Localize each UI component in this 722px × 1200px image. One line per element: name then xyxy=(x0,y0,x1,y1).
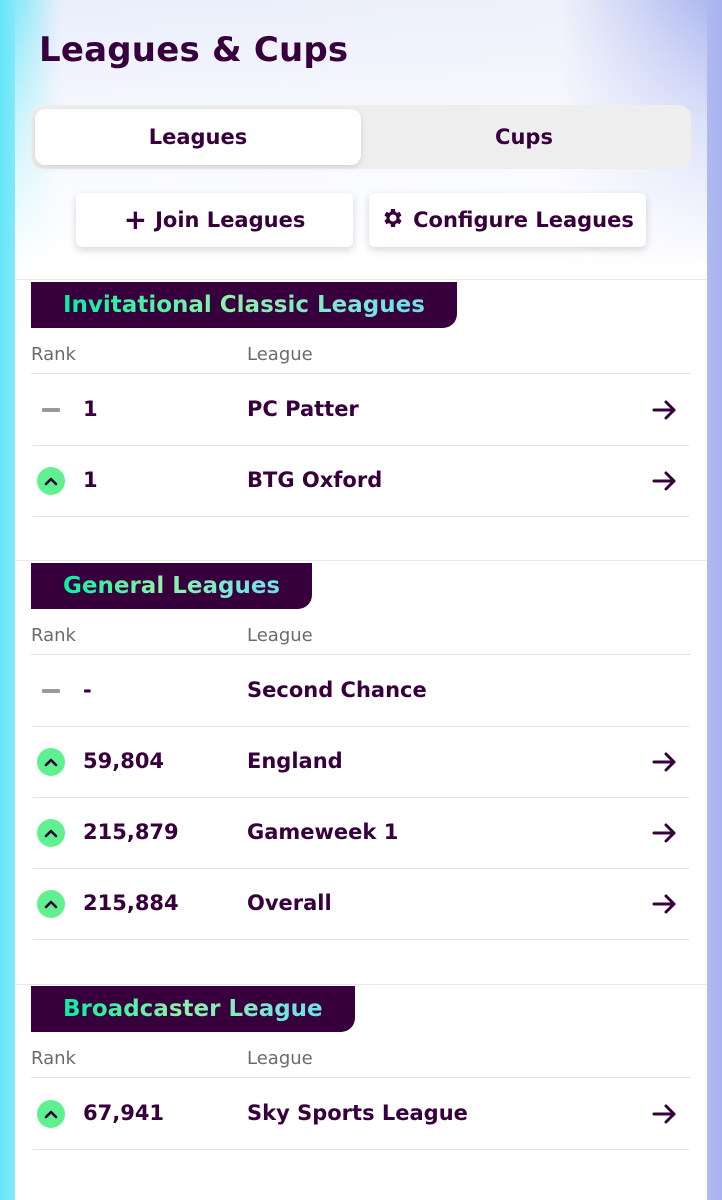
league-rank: - xyxy=(83,678,92,702)
league-rank: 67,941 xyxy=(83,1101,165,1125)
league-row[interactable]: 67,941 Sky Sports League xyxy=(33,1079,689,1150)
rank-up-icon xyxy=(37,467,65,495)
league-rank: 215,879 xyxy=(83,820,179,844)
tab-bar: Leagues Cups xyxy=(31,105,691,169)
tab-cups[interactable]: Cups xyxy=(361,109,687,165)
section-title: Broadcaster League xyxy=(31,986,355,1032)
divider xyxy=(15,560,707,561)
divider xyxy=(15,984,707,985)
league-name: PC Patter xyxy=(247,397,359,421)
header-divider xyxy=(31,654,690,655)
league-row[interactable]: 1 BTG Oxford xyxy=(33,446,689,517)
rank-up-icon xyxy=(37,890,65,918)
league-column-header: League xyxy=(247,1048,313,1069)
league-name: Second Chance xyxy=(247,678,427,702)
header-divider xyxy=(31,373,690,374)
configure-leagues-label: Configure Leagues xyxy=(413,208,634,232)
no-change-icon xyxy=(37,677,65,705)
league-name: Overall xyxy=(247,891,332,915)
arrow-right-icon[interactable] xyxy=(651,820,679,846)
arrow-right-icon[interactable] xyxy=(651,468,679,494)
league-name: Gameweek 1 xyxy=(247,820,399,844)
rank-up-icon xyxy=(37,819,65,847)
header-divider xyxy=(31,1077,690,1078)
leagues-page: Leagues & Cups Leagues Cups + Join Leagu… xyxy=(15,0,707,1200)
arrow-right-icon[interactable] xyxy=(651,1101,679,1127)
league-row[interactable]: 1 PC Patter xyxy=(33,375,689,446)
league-column-header: League xyxy=(247,625,313,646)
section-title: General Leagues xyxy=(31,563,313,609)
divider xyxy=(15,279,707,280)
plus-icon: + xyxy=(123,203,148,236)
rank-column-header: Rank xyxy=(31,344,76,365)
rank-up-icon xyxy=(37,1100,65,1128)
league-rank: 1 xyxy=(83,468,98,492)
join-leagues-label: Join Leagues xyxy=(155,208,306,232)
league-column-header: League xyxy=(247,344,313,365)
tab-leagues[interactable]: Leagues xyxy=(35,109,361,165)
no-change-icon xyxy=(37,396,65,424)
arrow-right-icon[interactable] xyxy=(651,397,679,423)
league-name: England xyxy=(247,749,343,773)
gear-icon xyxy=(381,206,405,235)
section-title: Invitational Classic Leagues xyxy=(31,282,457,328)
rank-column-header: Rank xyxy=(31,625,76,646)
rank-up-icon xyxy=(37,748,65,776)
league-row[interactable]: 59,804 England xyxy=(33,727,689,798)
configure-leagues-button[interactable]: Configure Leagues xyxy=(369,193,646,247)
arrow-right-icon[interactable] xyxy=(651,749,679,775)
page-title: Leagues & Cups xyxy=(39,30,349,70)
league-row[interactable]: - Second Chance xyxy=(33,656,689,727)
league-rank: 215,884 xyxy=(83,891,179,915)
league-row[interactable]: 215,884 Overall xyxy=(33,869,689,940)
league-rank: 59,804 xyxy=(83,749,165,773)
league-rank: 1 xyxy=(83,397,98,421)
league-row[interactable]: 215,879 Gameweek 1 xyxy=(33,798,689,869)
join-leagues-button[interactable]: + Join Leagues xyxy=(76,193,353,247)
arrow-right-icon[interactable] xyxy=(651,891,679,917)
league-name: BTG Oxford xyxy=(247,468,383,492)
league-name: Sky Sports League xyxy=(247,1101,468,1125)
rank-column-header: Rank xyxy=(31,1048,76,1069)
